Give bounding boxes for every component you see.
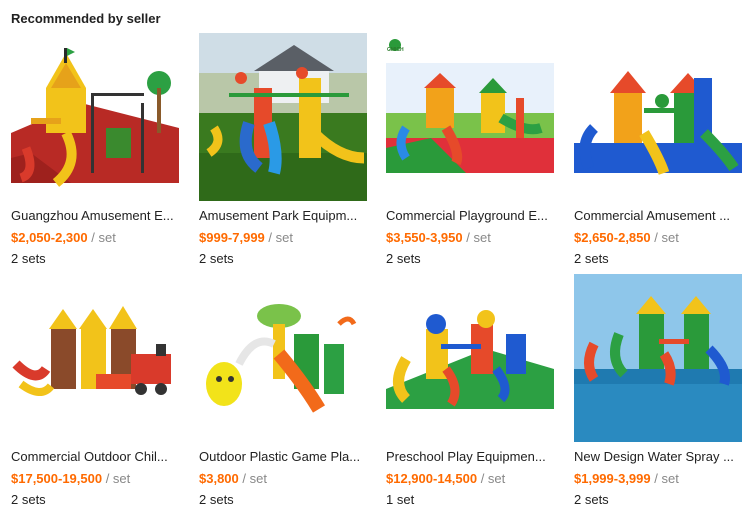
product-image[interactable]: GMICH: [386, 33, 554, 201]
min-order: 1 set: [386, 492, 415, 507]
product-card[interactable]: GMICH Commercial Playground E... $3,550-…: [386, 33, 554, 267]
product-image[interactable]: [386, 274, 554, 442]
price-unit: / set: [462, 230, 491, 245]
product-title[interactable]: Commercial Playground E...: [386, 208, 550, 224]
product-title[interactable]: Commercial Outdoor Chil...: [11, 449, 175, 465]
product-image[interactable]: [199, 274, 367, 442]
product-image[interactable]: [574, 274, 742, 442]
min-order: 2 sets: [11, 492, 46, 507]
product-card[interactable]: Commercial Outdoor Chil... $17,500-19,50…: [11, 274, 179, 508]
product-card[interactable]: New Design Water Spray ... $1,999-3,999 …: [574, 274, 742, 508]
price-row: $17,500-19,500 / set: [11, 471, 179, 487]
price-row: $3,800 / set: [199, 471, 367, 487]
price-row: $2,050-2,300 / set: [11, 230, 179, 246]
product-price: $3,550-3,950: [386, 230, 463, 245]
price-unit: / set: [477, 471, 506, 486]
min-order: 2 sets: [574, 251, 609, 266]
price-unit: / set: [650, 230, 679, 245]
product-image[interactable]: [199, 33, 367, 201]
product-title[interactable]: Guangzhou Amusement E...: [11, 208, 175, 224]
price-row: $2,650-2,850 / set: [574, 230, 742, 246]
product-card[interactable]: Commercial Amusement ... $2,650-2,850 / …: [574, 33, 742, 267]
product-title[interactable]: Outdoor Plastic Game Pla...: [199, 449, 363, 465]
product-title[interactable]: New Design Water Spray ...: [574, 449, 738, 465]
section-title: Recommended by seller: [11, 11, 161, 26]
product-price: $1,999-3,999: [574, 471, 651, 486]
price-unit: / set: [238, 471, 267, 486]
product-price: $17,500-19,500: [11, 471, 103, 486]
product-card[interactable]: Guangzhou Amusement E... $2,050-2,300 / …: [11, 33, 179, 267]
product-card[interactable]: Outdoor Plastic Game Pla... $3,800 / set…: [199, 274, 367, 508]
product-price: $12,900-14,500: [386, 471, 478, 486]
product-title[interactable]: Commercial Amusement ...: [574, 208, 738, 224]
product-title[interactable]: Amusement Park Equipm...: [199, 208, 363, 224]
price-row: $12,900-14,500 / set: [386, 471, 554, 487]
min-order: 2 sets: [386, 251, 421, 266]
min-order: 2 sets: [199, 492, 234, 507]
price-unit: / set: [650, 471, 679, 486]
min-order: 2 sets: [199, 251, 234, 266]
product-image[interactable]: [574, 33, 742, 201]
product-price: $2,050-2,300: [11, 230, 88, 245]
min-order: 2 sets: [574, 492, 609, 507]
brand-logo: GMICH: [387, 47, 404, 53]
product-card[interactable]: Preschool Play Equipmen... $12,900-14,50…: [386, 274, 554, 508]
product-price: $999-7,999: [199, 230, 265, 245]
product-image[interactable]: [11, 274, 179, 442]
product-price: $3,800: [199, 471, 239, 486]
min-order: 2 sets: [11, 251, 46, 266]
product-card[interactable]: Amusement Park Equipm... $999-7,999 / se…: [199, 33, 367, 267]
price-row: $1,999-3,999 / set: [574, 471, 742, 487]
product-image[interactable]: [11, 33, 179, 201]
price-unit: / set: [87, 230, 116, 245]
product-price: $2,650-2,850: [574, 230, 651, 245]
price-row: $999-7,999 / set: [199, 230, 367, 246]
price-unit: / set: [264, 230, 293, 245]
price-row: $3,550-3,950 / set: [386, 230, 554, 246]
price-unit: / set: [102, 471, 131, 486]
product-title[interactable]: Preschool Play Equipmen...: [386, 449, 550, 465]
